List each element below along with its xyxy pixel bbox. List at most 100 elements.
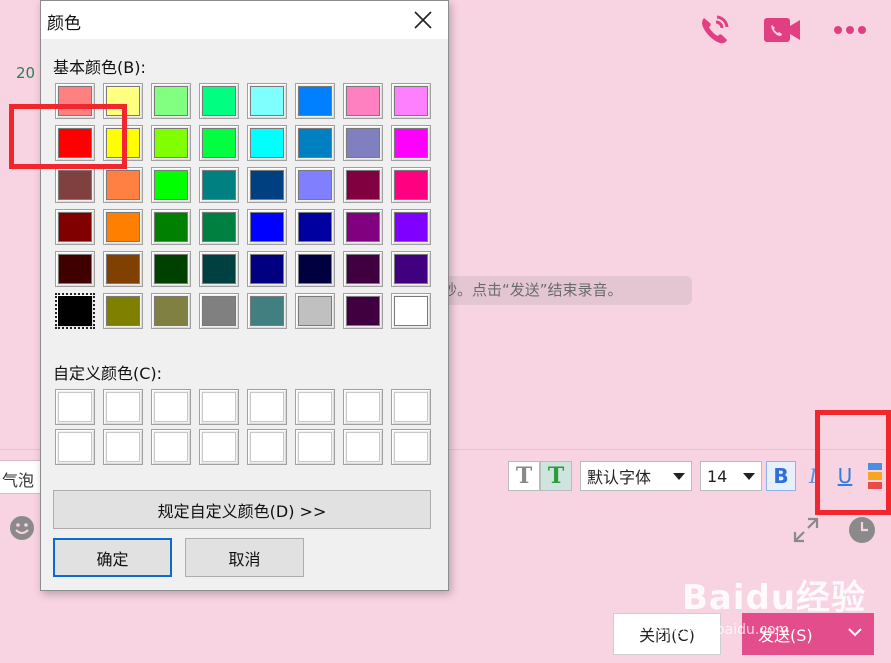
basic-color-swatch-45[interactable] <box>295 293 335 329</box>
basic-color-swatch-16[interactable] <box>55 167 95 203</box>
basic-color-swatch-47[interactable] <box>391 293 431 329</box>
define-custom-colors-button[interactable]: 规定自定义颜色(D) >> <box>53 490 431 529</box>
custom-color-swatch-3[interactable] <box>199 389 239 425</box>
basic-color-swatch-fill <box>346 296 380 326</box>
plain-text-button[interactable]: T <box>508 461 540 491</box>
basic-color-swatch-27[interactable] <box>199 209 239 245</box>
basic-color-swatch-25[interactable] <box>103 209 143 245</box>
basic-color-swatch-fill <box>154 254 188 284</box>
system-message: 秒。点击“发送”结束录音。 <box>420 276 692 305</box>
custom-color-swatch-15[interactable] <box>391 429 431 465</box>
basic-color-swatch-46[interactable] <box>343 293 383 329</box>
basic-color-swatch-7[interactable] <box>391 83 431 119</box>
font-select-value: 默认字体 <box>587 468 652 487</box>
basic-color-swatch-4[interactable] <box>247 83 287 119</box>
basic-color-swatch-fill <box>346 128 380 158</box>
custom-color-swatch-0[interactable] <box>55 389 95 425</box>
basic-color-swatch-17[interactable] <box>103 167 143 203</box>
basic-color-swatch-21[interactable] <box>295 167 335 203</box>
basic-color-swatch-22[interactable] <box>343 167 383 203</box>
basic-color-swatch-5[interactable] <box>295 83 335 119</box>
basic-color-swatch-11[interactable] <box>199 125 239 161</box>
basic-color-swatch-fill <box>250 212 284 242</box>
custom-color-swatch-2[interactable] <box>151 389 191 425</box>
custom-color-swatch-fill <box>298 432 332 462</box>
basic-color-swatch-2[interactable] <box>151 83 191 119</box>
basic-color-swatch-20[interactable] <box>247 167 287 203</box>
custom-color-swatch-fill <box>202 392 236 422</box>
colored-text-button[interactable]: T <box>540 461 572 491</box>
basic-color-swatch-18[interactable] <box>151 167 191 203</box>
basic-color-swatch-6[interactable] <box>343 83 383 119</box>
message-date: 20 <box>16 64 36 82</box>
basic-color-swatch-fill <box>298 128 332 158</box>
custom-color-swatch-5[interactable] <box>295 389 335 425</box>
video-call-icon[interactable] <box>763 12 801 48</box>
custom-color-swatch-11[interactable] <box>199 429 239 465</box>
font-select[interactable]: 默认字体 <box>580 461 692 491</box>
basic-color-swatch-14[interactable] <box>343 125 383 161</box>
basic-color-swatch-12[interactable] <box>247 125 287 161</box>
basic-color-swatch-28[interactable] <box>247 209 287 245</box>
custom-color-swatch-8[interactable] <box>55 429 95 465</box>
custom-color-swatch-fill <box>154 392 188 422</box>
basic-color-swatch-3[interactable] <box>199 83 239 119</box>
basic-color-swatch-30[interactable] <box>343 209 383 245</box>
chevron-down-icon[interactable] <box>848 627 862 637</box>
custom-color-swatch-9[interactable] <box>103 429 143 465</box>
basic-color-swatch-fill <box>394 254 428 284</box>
basic-color-swatch-42[interactable] <box>151 293 191 329</box>
basic-color-swatch-fill <box>250 128 284 158</box>
basic-color-swatch-40[interactable] <box>55 293 95 329</box>
basic-color-swatch-36[interactable] <box>247 251 287 287</box>
basic-color-swatch-39[interactable] <box>391 251 431 287</box>
custom-color-swatch-fill <box>346 392 380 422</box>
custom-color-swatch-4[interactable] <box>247 389 287 425</box>
custom-color-swatch-10[interactable] <box>151 429 191 465</box>
dialog-title: 颜色 <box>47 14 81 34</box>
history-clock-icon[interactable] <box>848 516 876 544</box>
basic-color-swatch-23[interactable] <box>391 167 431 203</box>
custom-color-swatch-fill <box>394 392 428 422</box>
basic-color-swatch-15[interactable] <box>391 125 431 161</box>
basic-color-swatch-26[interactable] <box>151 209 191 245</box>
custom-color-swatch-fill <box>202 432 236 462</box>
basic-color-swatch-35[interactable] <box>199 251 239 287</box>
ok-button[interactable]: 确定 <box>53 538 172 577</box>
custom-color-swatch-12[interactable] <box>247 429 287 465</box>
basic-colors-label: 基本颜色(B): <box>53 58 146 77</box>
custom-color-swatch-7[interactable] <box>391 389 431 425</box>
basic-color-swatch-fill <box>250 170 284 200</box>
basic-color-swatch-37[interactable] <box>295 251 335 287</box>
more-icon[interactable] <box>831 12 869 48</box>
basic-color-swatch-32[interactable] <box>55 251 95 287</box>
custom-color-swatch-fill <box>346 432 380 462</box>
cancel-button[interactable]: 取消 <box>185 538 304 577</box>
basic-color-swatch-fill <box>250 254 284 284</box>
basic-color-swatch-fill <box>298 254 332 284</box>
custom-color-swatch-1[interactable] <box>103 389 143 425</box>
basic-color-swatch-43[interactable] <box>199 293 239 329</box>
color-dialog: 颜色 基本颜色(B): 自定义颜色(C): 规定自定义颜色(D) >> 确定 取… <box>40 0 449 591</box>
basic-color-swatch-24[interactable] <box>55 209 95 245</box>
custom-color-swatch-14[interactable] <box>343 429 383 465</box>
basic-color-swatch-10[interactable] <box>151 125 191 161</box>
close-icon[interactable] <box>412 9 434 31</box>
bold-button[interactable]: B <box>766 461 796 491</box>
custom-color-swatch-13[interactable] <box>295 429 335 465</box>
basic-color-swatch-19[interactable] <box>199 167 239 203</box>
basic-color-swatch-44[interactable] <box>247 293 287 329</box>
basic-color-swatch-31[interactable] <box>391 209 431 245</box>
voice-call-icon[interactable] <box>695 12 733 48</box>
basic-color-swatch-41[interactable] <box>103 293 143 329</box>
basic-color-swatch-fill <box>250 296 284 326</box>
basic-color-swatch-29[interactable] <box>295 209 335 245</box>
basic-color-swatch-38[interactable] <box>343 251 383 287</box>
custom-color-swatch-6[interactable] <box>343 389 383 425</box>
expand-icon[interactable] <box>792 516 820 544</box>
basic-color-swatch-13[interactable] <box>295 125 335 161</box>
basic-color-swatch-33[interactable] <box>103 251 143 287</box>
size-select[interactable]: 14 <box>700 461 762 491</box>
emoji-icon[interactable] <box>9 515 35 541</box>
basic-color-swatch-34[interactable] <box>151 251 191 287</box>
